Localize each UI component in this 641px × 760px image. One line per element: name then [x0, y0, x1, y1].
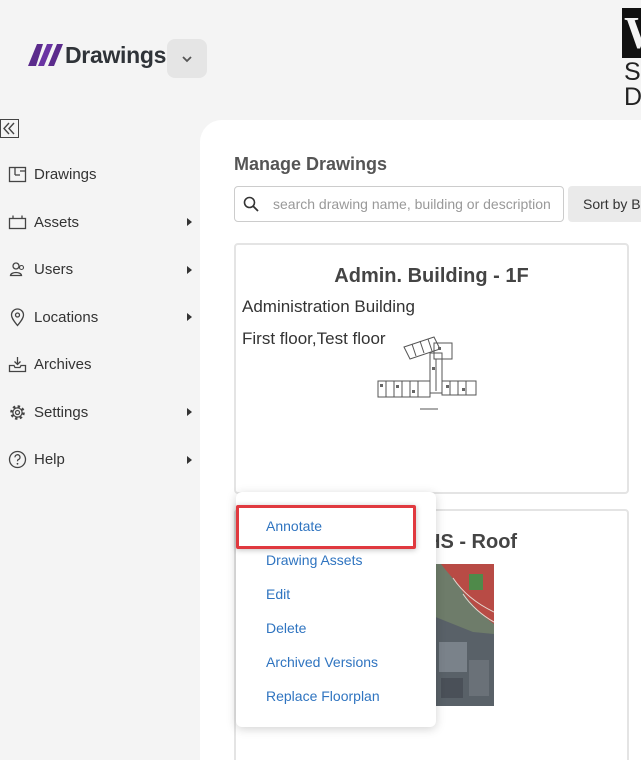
sidebar-item-archives[interactable]: Archives — [0, 341, 200, 389]
page-title: Manage Drawings — [234, 154, 388, 174]
menu-item-edit[interactable]: Edit — [266, 586, 290, 602]
logo-m-icon — [28, 44, 63, 66]
sidebar-item-drawings[interactable]: Drawings — [0, 151, 200, 199]
caret-right-icon — [187, 408, 192, 417]
help-icon — [8, 451, 27, 469]
caret-right-icon — [187, 218, 192, 227]
aerial-thumbnail — [433, 564, 494, 706]
drawing-description: First floor,Test floor — [242, 329, 386, 348]
sidebar-item-label: Users — [34, 261, 74, 279]
sidebar-item-label: Settings — [34, 403, 89, 421]
sidebar-item-assets[interactable]: Assets — [0, 199, 200, 247]
sidebar-nav: Drawings Assets Users Locations Archives… — [0, 151, 200, 484]
chevron-down-icon — [182, 55, 192, 62]
app-switcher-button[interactable] — [167, 39, 207, 78]
menu-item-archived-versions[interactable]: Archived Versions — [266, 654, 378, 670]
drawing-context-menu: Annotate Drawing Assets Edit Delete Arch… — [236, 492, 436, 727]
search-input[interactable] — [273, 196, 553, 212]
drawing-building: Administration Building — [242, 297, 415, 316]
drawing-title: HS - Roof — [426, 531, 518, 553]
sort-dropdown[interactable]: Sort by B — [568, 186, 641, 222]
search-box[interactable] — [234, 186, 564, 222]
archive-tray-icon — [8, 357, 27, 373]
sidebar-item-settings[interactable]: Settings — [0, 389, 200, 437]
drawing-title: Admin. Building - 1F — [334, 265, 529, 287]
caret-right-icon — [187, 455, 192, 464]
sidebar-item-users[interactable]: Users — [0, 246, 200, 294]
floorplan-icon — [8, 167, 27, 183]
assets-icon — [8, 215, 27, 229]
drawing-card[interactable]: Admin. Building - 1F Administration Buil… — [234, 243, 629, 494]
sidebar-item-label: Locations — [34, 308, 99, 326]
organization-logo-text: S — [624, 58, 641, 86]
double-chevron-left-icon — [0, 119, 19, 138]
sidebar-item-locations[interactable]: Locations — [0, 294, 200, 342]
sidebar-item-label: Drawings — [34, 166, 97, 184]
sidebar-item-label: Help — [34, 451, 65, 469]
sidebar-item-label: Assets — [34, 213, 80, 231]
floorplan-thumbnail — [377, 336, 477, 410]
location-pin-icon — [10, 308, 25, 327]
caret-right-icon — [187, 313, 192, 322]
menu-item-annotate[interactable]: Annotate — [266, 518, 322, 534]
organization-logo-box: W — [622, 8, 641, 58]
logo-text: Drawings — [65, 41, 167, 68]
gear-icon — [10, 404, 25, 420]
app-logo[interactable]: Drawings — [28, 38, 166, 72]
sort-label: Sort by B — [583, 196, 641, 212]
caret-right-icon — [187, 265, 192, 274]
search-icon — [243, 196, 259, 212]
organization-logo-text: D — [624, 83, 641, 110]
users-icon — [9, 262, 25, 277]
organization-logo: W S D — [622, 8, 641, 110]
sidebar-item-help[interactable]: Help — [0, 436, 200, 484]
menu-item-drawing-assets[interactable]: Drawing Assets — [266, 552, 362, 568]
menu-item-replace-floorplan[interactable]: Replace Floorplan — [266, 688, 380, 704]
menu-item-delete[interactable]: Delete — [266, 620, 306, 636]
sidebar-item-label: Archives — [34, 356, 92, 374]
collapse-sidebar-button[interactable] — [0, 119, 19, 138]
